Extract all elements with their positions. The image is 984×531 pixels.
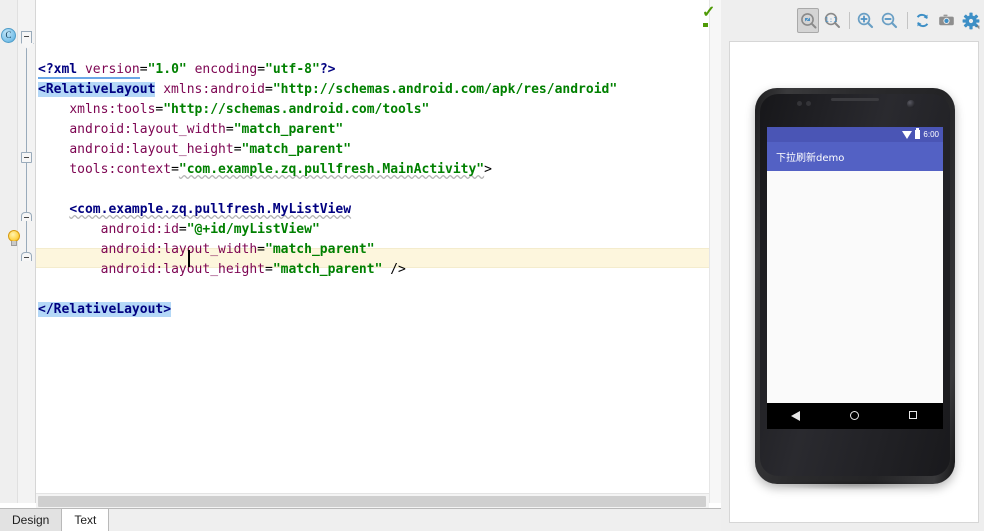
fold-toggle-root[interactable]	[21, 31, 32, 43]
fold-region-end-root[interactable]	[21, 252, 32, 261]
preview-toolbar: 1:1	[721, 0, 984, 41]
line-tools-context[interactable]: tools:context="com.example.zq.pullfresh.…	[36, 160, 721, 180]
battery-icon	[915, 128, 921, 139]
code-folding-gutter[interactable]	[18, 0, 36, 503]
line-blank-2[interactable]	[36, 280, 721, 300]
text-caret	[188, 250, 190, 267]
line-mylistview-layout-width[interactable]: android:layout_width="match_parent"	[36, 240, 721, 260]
editor-marker-rail[interactable]	[709, 0, 721, 503]
refresh-icon	[916, 13, 929, 28]
line-blank-1[interactable]	[36, 180, 721, 200]
toolbar-separator-1	[849, 12, 851, 29]
zoom-in-icon	[857, 12, 873, 29]
wifi-icon	[902, 130, 913, 139]
intention-lightbulb-icon[interactable]	[6, 230, 22, 248]
layout-preview-pane: 1:1 6:00 下拉刷新demo	[721, 0, 984, 531]
inspection-status-widget[interactable]: ✓	[702, 5, 718, 27]
app-content-listview[interactable]	[767, 171, 943, 403]
line-xmlns-tools[interactable]: xmlns:tools="http://schemas.android.com/…	[36, 100, 721, 120]
inspection-ok-check-icon: ✓	[702, 4, 716, 21]
gear-icon	[962, 12, 980, 29]
action-bar-title: 下拉刷新demo	[776, 153, 845, 164]
device-shadow	[773, 480, 937, 490]
device-speaker-icon	[831, 98, 879, 101]
line-root-layout-width[interactable]: android:layout_width="match_parent"	[36, 120, 721, 140]
lightbulb-base	[11, 241, 17, 246]
settings-button[interactable]	[960, 8, 982, 33]
editor-horizontal-scrollbar[interactable]	[36, 493, 709, 509]
line-mylistview-open[interactable]: <com.example.zq.pullfresh.MyListView	[36, 200, 721, 220]
device-sensors-icon	[797, 101, 813, 106]
android-studio-layout-editor: C <?xml version="1.0" encoding="utf-8"?>…	[0, 0, 984, 531]
line-mylistview-id[interactable]: android:id="@+id/myListView"	[36, 220, 721, 240]
line-relativelayout-close[interactable]: </RelativeLayout>	[36, 300, 721, 320]
screenshot-button[interactable]	[936, 8, 958, 33]
xml-editor-pane: C <?xml version="1.0" encoding="utf-8"?>…	[0, 0, 721, 531]
camera-icon	[939, 14, 954, 26]
fold-toggle-listview[interactable]	[21, 152, 32, 163]
tab-text[interactable]: Text	[62, 509, 110, 531]
code-text-area[interactable]: <?xml version="1.0" encoding="utf-8"?> <R…	[36, 0, 721, 503]
fold-region-end-listview[interactable]	[21, 212, 32, 221]
line-mylistview-layout-height[interactable]: android:layout_height="match_parent" />	[36, 260, 721, 280]
zoom-actual-size-button[interactable]: 1:1	[821, 8, 843, 33]
tab-bar-filler	[109, 509, 721, 531]
editor-horizontal-scrollbar-thumb[interactable]	[38, 496, 706, 507]
toolbar-separator-2	[906, 12, 908, 29]
code-lines-container: <?xml version="1.0" encoding="utf-8"?> <R…	[36, 60, 721, 320]
nav-recents-button[interactable]	[908, 411, 919, 421]
refresh-button[interactable]	[911, 8, 933, 33]
fold-region-line	[26, 34, 27, 258]
line-xml-decl[interactable]: <?xml version="1.0" encoding="utf-8"?>	[36, 60, 721, 80]
inspection-status-dot-icon	[703, 23, 708, 27]
editor-mode-tab-bar: Design Text	[0, 508, 721, 531]
device-body: 6:00 下拉刷新demo	[755, 88, 955, 484]
device-front-camera-icon	[907, 100, 915, 108]
line-root-layout-height[interactable]: android:layout_height="match_parent"	[36, 140, 721, 160]
device-screen[interactable]: 6:00 下拉刷新demo	[767, 127, 943, 429]
nav-home-button[interactable]	[849, 411, 860, 421]
annotation-gutter[interactable]: C	[0, 0, 18, 503]
preview-canvas[interactable]: 6:00 下拉刷新demo	[729, 41, 979, 523]
android-status-bar: 6:00	[767, 127, 943, 142]
device-frame-nexus: 6:00 下拉刷新demo	[755, 88, 955, 490]
zoom-actual-size-icon: 1:1	[824, 12, 840, 28]
nav-back-button[interactable]	[791, 411, 801, 421]
svg-text:1:1: 1:1	[824, 16, 837, 24]
line-relativelayout-open[interactable]: <RelativeLayout xmlns:android="http://sc…	[36, 80, 721, 100]
class-marker-icon[interactable]: C	[1, 28, 16, 43]
zoom-out-icon	[881, 12, 898, 29]
zoom-in-button[interactable]	[854, 8, 876, 33]
tab-design[interactable]: Design	[0, 509, 63, 531]
zoom-out-button[interactable]	[878, 8, 900, 33]
zoom-to-fit-button[interactable]	[797, 8, 820, 33]
app-action-bar: 下拉刷新demo	[767, 142, 943, 171]
status-bar-time: 6:00	[923, 130, 939, 139]
zoom-fit-icon	[800, 13, 817, 29]
android-navigation-bar	[767, 403, 943, 429]
